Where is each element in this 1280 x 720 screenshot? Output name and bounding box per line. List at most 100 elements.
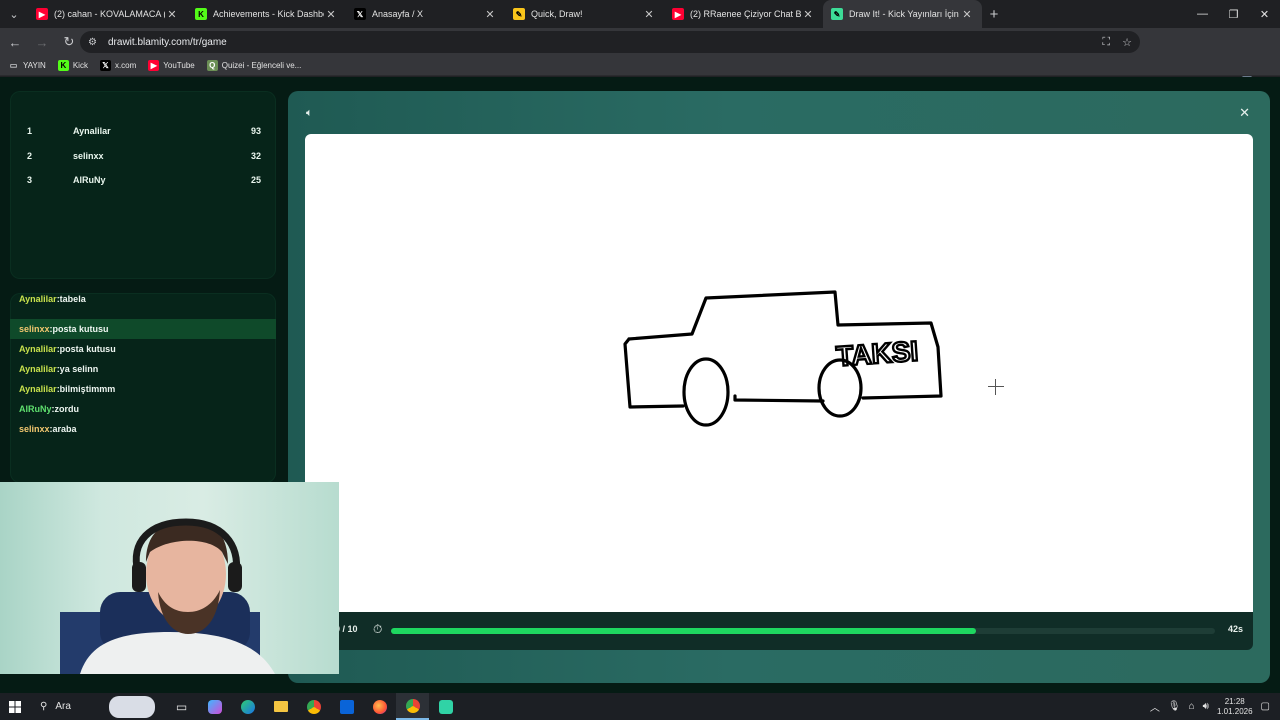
close-tab-icon[interactable]: ✕ [642, 8, 656, 21]
new-tab-button[interactable]: + [982, 6, 1006, 23]
folder-icon: ▭ [9, 61, 18, 70]
chat-text: :zordu [51, 404, 80, 414]
leaderboard-row: 2 selinxx 32 [10, 146, 276, 166]
outlook-icon[interactable] [330, 693, 363, 720]
site-info-icon[interactable]: ⚙ [88, 37, 104, 48]
translate-icon[interactable]: ⛶ [1102, 36, 1110, 49]
bookmark-item[interactable]: ▶ YouTube [148, 60, 195, 71]
volume-icon[interactable]: 🔊︎ [1203, 701, 1209, 712]
chat-username[interactable]: Aynalilar [19, 384, 57, 394]
tab-search-button[interactable]: ⌄ [0, 0, 28, 28]
tab-title: Anasayfa / X [372, 9, 424, 19]
browser-tab[interactable]: ✎ Quick, Draw! ✕ [505, 0, 664, 28]
reload-button[interactable]: ↻ [57, 30, 81, 54]
bookmark-label: Quizei - Eğlenceli ve... [221, 61, 302, 70]
start-button[interactable] [0, 693, 30, 720]
bookmarks-bar: ▭ YAYIN K Kick 𝕏x.com ▶ YouTube Q Quizei - Eğlen… [0, 56, 1280, 76]
close-tab-icon[interactable]: ✕ [324, 8, 338, 21]
leaderboard-score: 32 [250, 150, 261, 161]
browser-tab[interactable]: ✎ Draw It! - Kick Yayınları İçin Çiz✕ [823, 0, 982, 28]
x-icon: 𝕏 [354, 8, 366, 20]
bookmark-label: YouTube [163, 61, 195, 70]
tab-title: (2) cahan - KOVALAMACA (Offi [54, 9, 165, 19]
app-icon[interactable] [429, 693, 462, 720]
leaderboard-row: 3 AlRuNy 25 [10, 170, 276, 190]
browser-tab[interactable]: 𝕏 Anasayfa / X ✕ [346, 0, 505, 28]
chat-username[interactable]: Aynalilar [19, 294, 57, 304]
chat-username[interactable]: Aynalilar [19, 364, 57, 374]
microphone-icon[interactable]: 🎙︎ [1168, 701, 1181, 712]
leaderboard-name: Aynalilar [73, 126, 111, 136]
chat-message: Aynalilar:bilmiştimmm [10, 379, 276, 399]
chat-username[interactable]: selinxx [19, 424, 50, 434]
bookmark-item[interactable]: Q Quizei - Eğlenceli ve... [206, 60, 302, 71]
chat-username[interactable]: selinxx [19, 324, 50, 334]
edge-icon[interactable] [231, 693, 264, 720]
task-view-icon[interactable]: ▭ [165, 693, 198, 720]
chrome-icon[interactable] [297, 693, 330, 720]
x-icon: 𝕏 [99, 60, 111, 71]
bookmark-item[interactable]: ▭ YAYIN [8, 60, 46, 71]
leaderboard-row: 1 Aynalilar 93 [10, 121, 276, 141]
url-text[interactable]: drawit.blamity.com/tr/game [108, 37, 227, 48]
close-icon[interactable]: ✕ [1239, 105, 1250, 121]
bookmark-item[interactable]: K Kick [57, 60, 88, 71]
back-button[interactable]: ← [3, 30, 27, 54]
clock-date: 1.01.2026 [1216, 706, 1253, 716]
chat-message: selinxx:posta kutusu [10, 319, 276, 339]
chat-message: Aynalilar:ya selinn [10, 359, 276, 379]
close-tab-icon[interactable]: ✕ [801, 8, 815, 21]
close-tab-icon[interactable]: ✕ [483, 8, 497, 21]
leaderboard-name: selinxx [73, 150, 104, 161]
leaderboard-rank: 3 [27, 175, 33, 185]
chat-message: Aynalilar:posta kutusu [10, 339, 276, 359]
chat-username[interactable]: Aynalilar [19, 344, 57, 354]
address-bar-row: ← → ↻ ⚙ drawit.blamity.com/tr/game ⛶ ☆ ⛉… [0, 28, 1280, 78]
chat-message: AlRuNy:zordu [10, 399, 276, 419]
taskbar-search[interactable]: ⚲ Ara [30, 693, 165, 720]
browser-tab[interactable]: ▶ (2) cahan - KOVALAMACA (Offi✕ [28, 0, 187, 28]
close-window-button[interactable]: ✕ [1249, 0, 1280, 28]
search-highlight-image [109, 695, 155, 718]
tab-title: Draw It! - Kick Yayınları İçin Çiz [849, 9, 960, 19]
bookmark-item[interactable]: 𝕏x.com [99, 60, 136, 71]
time-left: 42s [1227, 624, 1243, 634]
browser-tab[interactable]: K Achievements - Kick Dashboard✕ [187, 0, 346, 28]
chat-text: :bilmiştimmm [56, 384, 116, 394]
network-icon[interactable]: ⌂ [1189, 701, 1195, 712]
tab-bar: ⌄ ▶(2) cahan - KOVALAMACA (Offi✕KAchieve… [0, 0, 1280, 28]
chat-text: :posta kutusu [49, 324, 109, 334]
close-tab-icon[interactable]: ✕ [960, 8, 974, 21]
sound-icon[interactable]: 🔈︎ [306, 107, 313, 120]
forward-button[interactable]: → [30, 30, 54, 54]
browser-tab[interactable]: ▶ (2) RRaenee Çiziyor Chat Bilme✕ [664, 0, 823, 28]
chat-message: Aynalilar:tabela [10, 293, 276, 309]
notifications-icon[interactable]: ▢ [1261, 701, 1270, 712]
close-tab-icon[interactable]: ✕ [165, 8, 179, 21]
chrome-active-icon[interactable] [396, 693, 429, 720]
leaderboard-rank: 1 [27, 126, 33, 136]
bookmark-star-icon[interactable]: ☆ [1122, 36, 1132, 49]
youtube-icon: ▶ [36, 8, 48, 20]
file-explorer-icon[interactable] [264, 693, 297, 720]
drawing-text: TAKSI [835, 335, 919, 372]
copilot-icon[interactable] [198, 693, 231, 720]
windows-taskbar: ⚲ Ara ▭ ︿ 🎙︎ ⌂ 🔊︎ 21:28 1.01.2026 ▢ [0, 693, 1280, 720]
firefox-icon[interactable] [363, 693, 396, 720]
drawing-canvas[interactable]: TAKSI [305, 134, 1253, 612]
tab-title: Achievements - Kick Dashboard [213, 9, 324, 19]
chat-username[interactable]: AlRuNy [19, 404, 52, 414]
minimize-button[interactable]: — [1187, 0, 1218, 28]
quickdraw-icon: ✎ [513, 8, 525, 20]
youtube-icon: ▶ [672, 8, 684, 20]
search-icon: ⚲ [40, 701, 48, 712]
omnibox[interactable]: ⚙ drawit.blamity.com/tr/game ⛶ ☆ [80, 31, 1140, 53]
leaderboard-panel: 1 Aynalilar 93 2 selinxx 32 3 AlRuNy 25 [10, 91, 276, 279]
bookmark-label: YAYIN [23, 61, 46, 70]
search-placeholder: Ara [55, 701, 71, 712]
clock[interactable]: 21:28 1.01.2026 [1217, 697, 1253, 717]
maximize-button[interactable]: ❐ [1218, 0, 1249, 28]
system-tray: ︿ 🎙︎ ⌂ 🔊︎ 21:28 1.01.2026 ▢ [1150, 693, 1280, 720]
game-panel: 🔈︎ ✕ TAKSI 0 / 10 ⏱︎ 42s [288, 91, 1270, 683]
tray-chevron-icon[interactable]: ︿ [1150, 699, 1160, 714]
